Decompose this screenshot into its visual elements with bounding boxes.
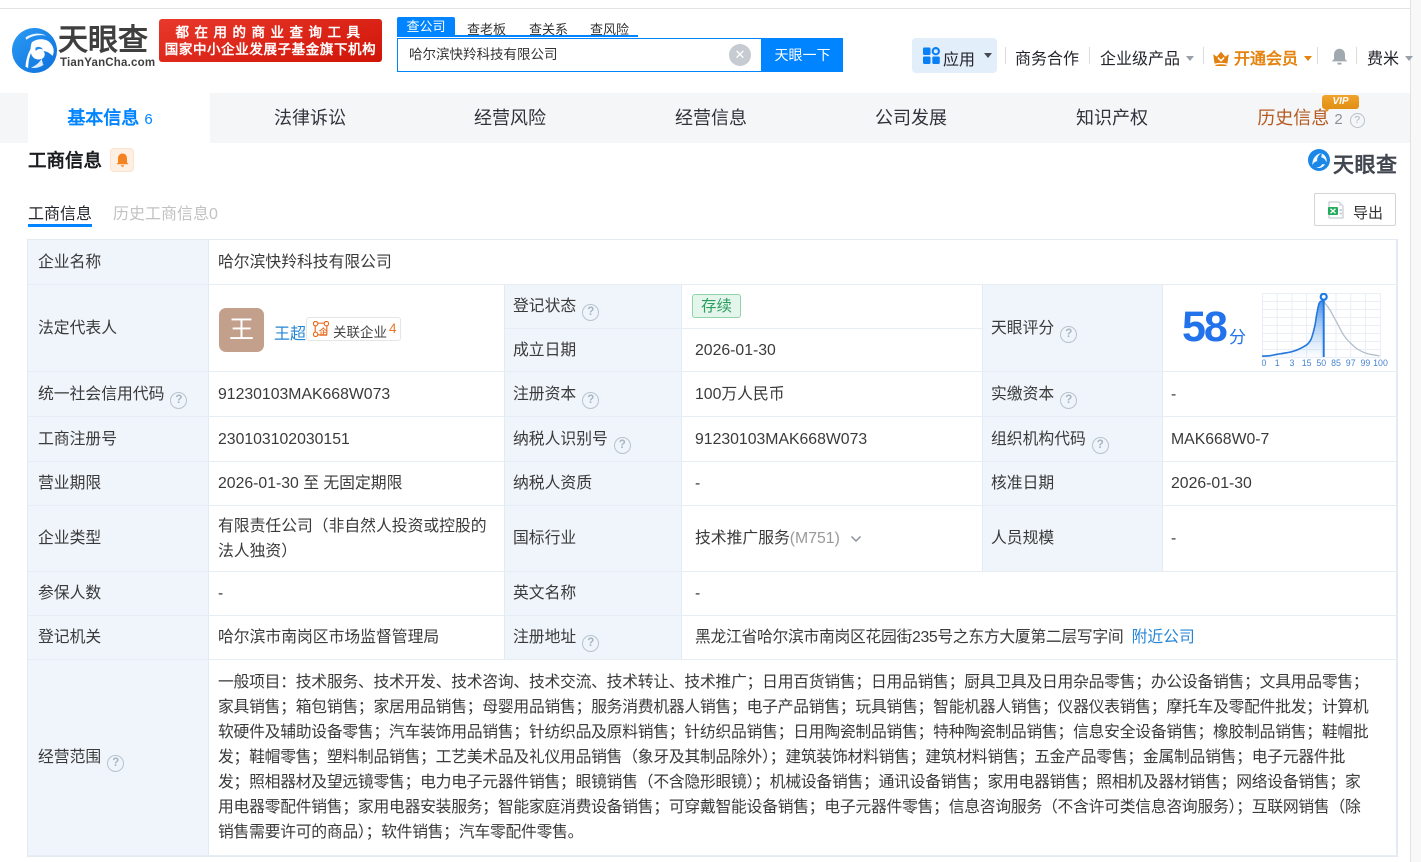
- svg-text:15: 15: [1302, 358, 1312, 368]
- svg-text:1: 1: [1275, 358, 1280, 368]
- svg-text:50: 50: [1316, 358, 1326, 368]
- svg-text:99: 99: [1361, 358, 1371, 368]
- svg-text:3: 3: [1289, 358, 1294, 368]
- svg-text:企: 企: [318, 327, 328, 337]
- svg-text:97: 97: [1346, 358, 1356, 368]
- svg-text:0: 0: [1262, 358, 1267, 368]
- svg-text:100: 100: [1373, 358, 1388, 368]
- svg-text:85: 85: [1331, 358, 1341, 368]
